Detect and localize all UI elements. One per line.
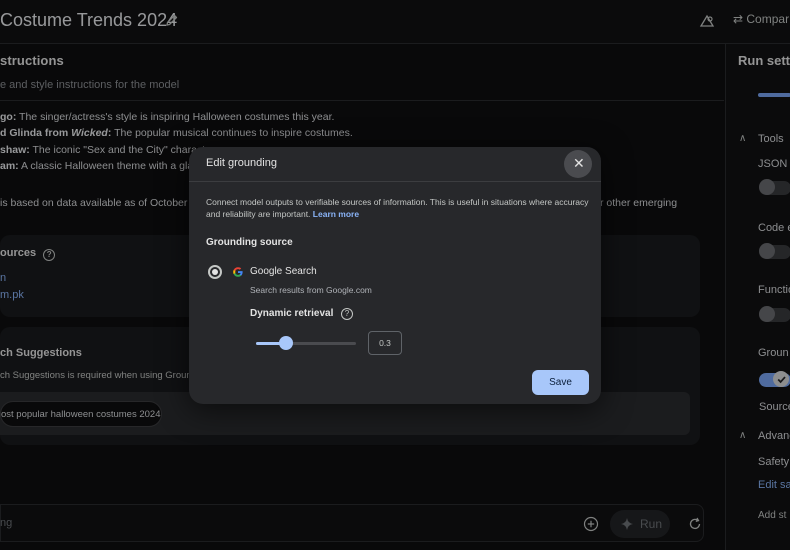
google-search-radio[interactable]	[208, 265, 222, 279]
edit-grounding-dialog: Edit grounding ✕ Connect model outputs t…	[189, 147, 601, 404]
dialog-divider	[189, 181, 601, 182]
google-search-option-description: Search results from Google.com	[250, 285, 372, 295]
close-icon: ✕	[573, 155, 585, 171]
dialog-description: Connect model outputs to verifiable sour…	[206, 196, 591, 220]
google-g-icon	[233, 267, 243, 277]
save-button[interactable]: Save	[532, 370, 589, 395]
learn-more-link[interactable]: Learn more	[313, 209, 359, 219]
dialog-title: Edit grounding	[206, 157, 277, 169]
slider-thumb[interactable]	[279, 336, 293, 350]
description-text: Connect model outputs to verifiable sour…	[206, 197, 589, 219]
close-button[interactable]: ✕	[564, 150, 592, 178]
dynamic-retrieval-slider[interactable]	[256, 336, 356, 350]
google-search-option-label: Google Search	[250, 266, 317, 277]
grounding-source-heading: Grounding source	[206, 237, 293, 248]
dynamic-retrieval-label: Dynamic retrieval	[250, 308, 334, 319]
help-icon[interactable]: ?	[341, 308, 353, 320]
dynamic-retrieval-value[interactable]: 0.3	[368, 331, 402, 355]
